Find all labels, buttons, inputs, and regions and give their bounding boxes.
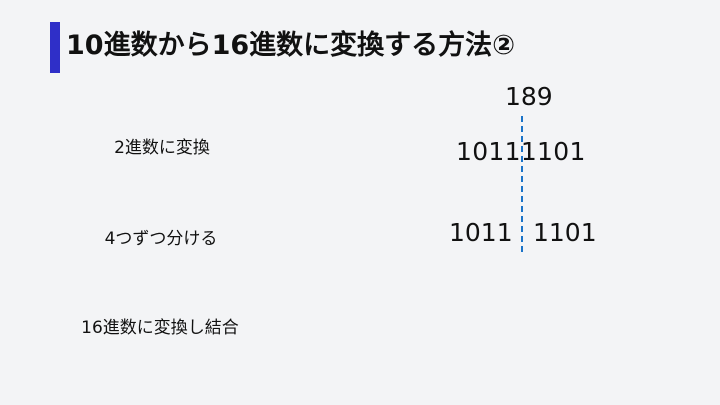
title-accent-bar [50, 22, 60, 73]
binary-high-nibble: 1011 [449, 218, 513, 247]
binary-low-nibble: 1101 [533, 218, 597, 247]
step-1-label: 2進数に変換 [114, 138, 210, 158]
step-2-label: 4つずつ分ける [104, 229, 218, 249]
decimal-value: 189 [505, 82, 553, 111]
slide-title: 10進数から16進数に変換する方法② [66, 30, 516, 61]
step-3-label: 16進数に変換し結合 [81, 318, 239, 338]
split-divider-line [521, 116, 523, 252]
